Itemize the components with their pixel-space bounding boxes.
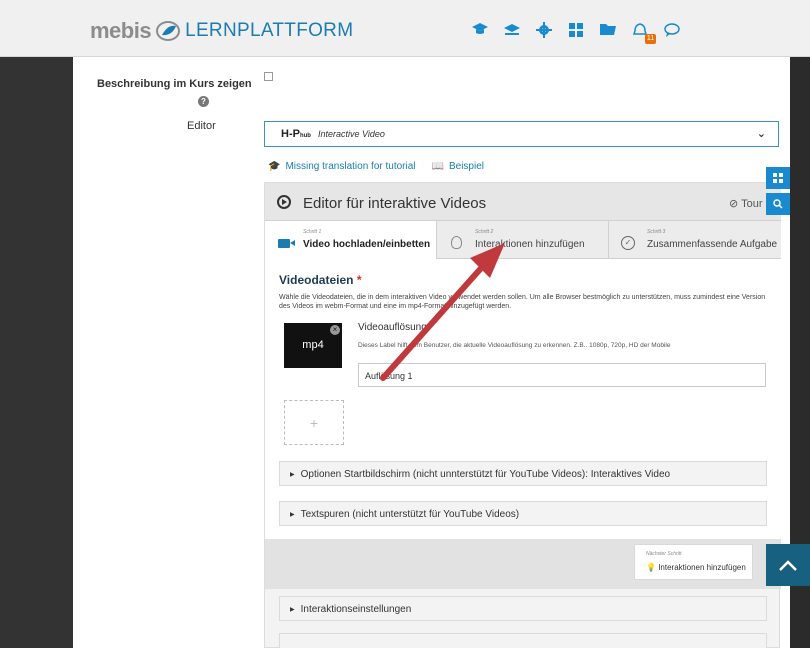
courses-icon[interactable] [502,22,522,40]
step-number: Schritt 1 [303,229,322,235]
step-number: Schritt 3 [647,229,666,235]
gear-icon[interactable] [534,22,554,40]
next-step-value: 💡 Interaktionen hinzufügen [646,563,746,572]
videofiles-title: Videodateien * [279,273,362,287]
editor-title: Editor für interaktive Videos [303,195,487,212]
resolution-input[interactable]: Auflösung 1 [358,363,766,387]
chat-icon[interactable] [662,22,682,40]
left-sidebar [0,57,73,648]
resolution-description: Dieses Label hilft dem Benutzer, die akt… [358,342,671,349]
step-tabs: Schritt 1 Video hochladen/einbetten Schr… [265,221,781,259]
step-content: Videodateien * Wähle die Videodateien, d… [265,259,781,589]
show-description-checkbox[interactable] [264,72,273,81]
resolution-label: Videoauflösung [358,322,427,333]
chevron-down-icon: ⌄ [756,128,766,140]
brand-logo[interactable]: mebis LERNPLATTFORM [90,18,353,44]
tab-step-2[interactable]: Schritt 2 Interaktionen hinzufügen [437,221,609,259]
check-circle-icon: ✓ [621,236,635,250]
help-links: 🎓 Missing translation for tutorial 📖 Bei… [268,161,500,172]
play-circle-icon [277,195,291,209]
nav-icons [470,22,694,40]
book-icon: 📖 [431,161,444,172]
example-link[interactable]: 📖 Beispiel [432,161,484,172]
tutorial-link[interactable]: 🎓 Missing translation for tutorial [268,161,416,172]
step-label: Interaktionen hinzufügen [475,239,585,250]
step-label: Zusammenfassende Aufgabe [647,239,778,250]
step-navigation: Nächster Schritt 💡 Interaktionen hinzufü… [265,539,781,589]
video-camera-icon [278,239,295,248]
add-file-button[interactable]: + [284,400,344,445]
start-screen-options-accordion[interactable]: ▶ Optionen Startbildschirm (nicht unnters… [279,461,767,486]
status-bar [0,642,810,648]
next-step-button[interactable]: Nächster Schritt 💡 Interaktionen hinzufü… [634,544,753,580]
interactive-video-editor: Editor für interaktive Videos ⊘ Tour Sch… [264,182,781,648]
help-icon[interactable]: ? [198,96,209,107]
example-link-label: Beispiel [448,161,484,172]
lightbulb-icon [451,236,462,249]
notification-badge[interactable]: 11 [645,34,656,44]
leaf-icon [156,21,181,41]
library-select[interactable]: H-Phub Interactive Video ⌄ [264,121,779,147]
tab-step-1[interactable]: Schritt 1 Video hochladen/einbetten [265,221,437,259]
tab-step-3[interactable]: ✓ Schritt 3 Zusammenfassende Aufgabe [609,221,781,259]
caret-right-icon: ▶ [290,472,295,478]
library-name: Interactive Video [318,129,385,139]
side-apps-button[interactable] [766,167,790,189]
video-file-thumbnail[interactable]: mp4 × [284,323,342,368]
h5p-hub-logo: H-Phub [281,128,311,140]
side-search-button[interactable] [766,193,790,215]
step-label: Video hochladen/einbetten [303,239,431,250]
scroll-to-top-button[interactable] [766,544,810,586]
brand-subtitle: LERNPLATTFORM [185,20,354,41]
folder-icon[interactable] [598,22,618,40]
interaction-settings-accordion[interactable]: ▶ Interaktionseinstellungen [279,596,767,621]
show-description-label: Beschreibung im Kurs zeigen [97,78,252,90]
graduation-cap-icon[interactable] [470,22,490,40]
next-step-label: Nächster Schritt [646,551,682,557]
editor-label: Editor [187,120,216,132]
step-number: Schritt 2 [475,229,494,235]
tour-button[interactable]: ⊘ Tour [729,197,762,210]
remove-file-icon[interactable]: × [330,325,340,335]
caret-right-icon: ▶ [290,607,295,613]
graduation-cap-icon: 🎓 [268,161,281,172]
brand-name: mebis [90,18,152,43]
tutorial-link-label: Missing translation for tutorial [285,161,416,172]
caret-right-icon: ▶ [290,512,295,518]
videofiles-description: Wähle die Videodateien, die in dem inter… [279,294,766,310]
top-bar: mebis LERNPLATTFORM 11 [0,0,810,57]
editor-header: Editor für interaktive Videos ⊘ Tour [265,183,781,221]
text-tracks-accordion[interactable]: ▶ Textspuren (nicht unterstützt für YouTu… [279,501,767,526]
apps-grid-icon[interactable] [566,22,586,40]
